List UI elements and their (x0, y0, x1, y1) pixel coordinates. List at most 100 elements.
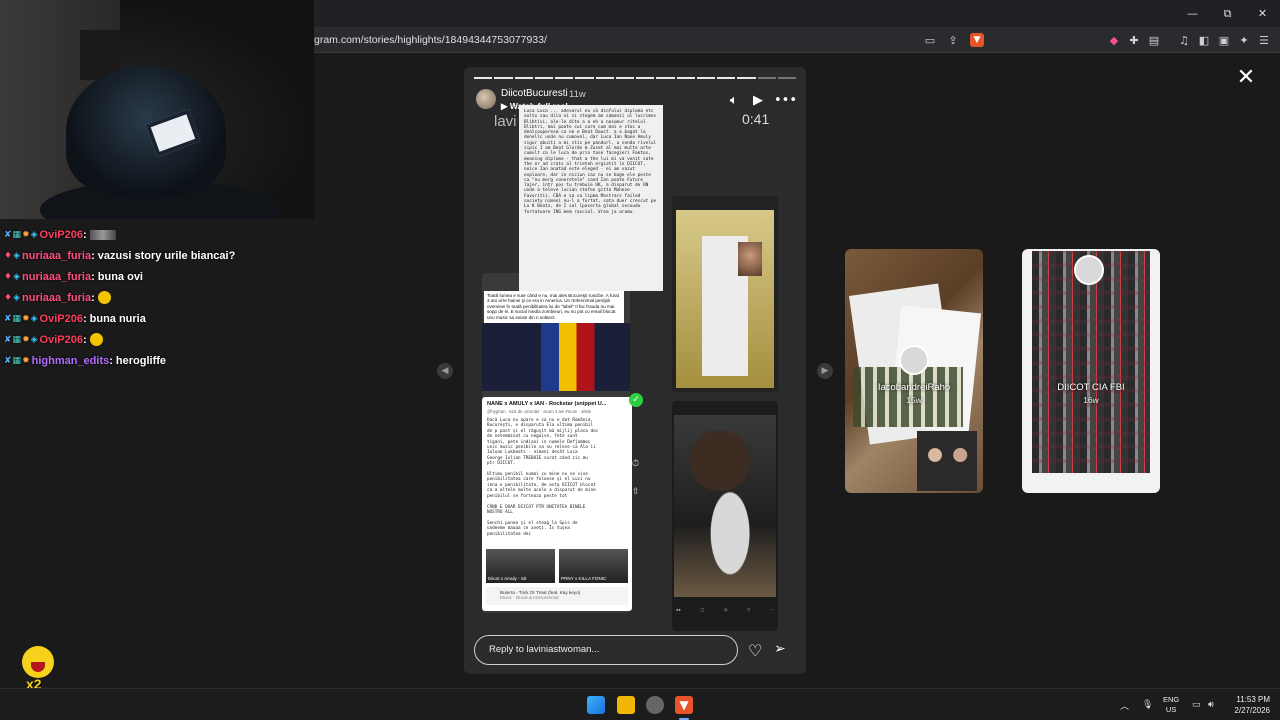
tray-chevron-icon[interactable]: ︿ (1120, 689, 1129, 720)
music-row: Bulerra - Trick Or Treat (feat. Kay keyo… (486, 587, 628, 605)
star-badge-icon: ✹ (22, 313, 30, 324)
sword-badge-icon: ✘ (4, 334, 12, 345)
progress-segment (636, 77, 655, 79)
close-window-button[interactable]: ✕ (1245, 0, 1280, 27)
chat-username[interactable]: nuriaaa_furia (22, 250, 91, 262)
story-card[interactable]: DiicotBucuresti 11w ▶ Watch full reel 🔈︎… (464, 67, 806, 674)
sidebar-toggle-icon[interactable]: ◧ (1196, 32, 1212, 48)
screen: — ⧉ ✕ gram.com/stories/highlights/184943… (0, 0, 1280, 720)
nav-dot: ▽ (747, 607, 751, 612)
avatar[interactable] (476, 89, 496, 109)
reel-icon: ▶ (501, 101, 510, 111)
chat-message: ♦ ◈ nuriaaa_furia: buna ovi (0, 266, 314, 287)
share-icon: ⇧ (632, 487, 640, 497)
network-icon[interactable]: ▭ (1192, 689, 1201, 720)
sword-badge-icon: ✘ (4, 313, 12, 324)
brave-browser-icon[interactable]: ▼ (675, 696, 693, 714)
cast-icon[interactable]: ▭ (922, 32, 938, 48)
heart-badge-icon: ♦ (4, 250, 13, 261)
chat-badges: ♦ ◈ (4, 272, 20, 282)
cube-badge-icon: ◈ (13, 292, 20, 303)
cube-badge-icon: ◈ (13, 271, 20, 282)
windows-start-icon[interactable] (587, 696, 605, 714)
window-controls: — ⧉ ✕ (1175, 0, 1280, 27)
volume-icon[interactable]: 🔈︎ (730, 93, 738, 108)
grid-badge-icon: ▦ (12, 355, 22, 366)
chat-message: ♦ ◈ nuriaaa_furia: (0, 287, 314, 308)
thumbnail-caption: Diicot x Amuly - Sit (488, 576, 527, 581)
chat-message: ✘ ▦ ✹ ◈ OviP206: (0, 224, 314, 245)
wallet-icon[interactable]: ▣ (1216, 32, 1232, 48)
more-options-icon[interactable]: ••• (774, 93, 797, 108)
url-field[interactable]: gram.com/stories/highlights/184943447530… (314, 34, 547, 46)
progress-segment (696, 77, 715, 79)
progress-segment (595, 77, 614, 79)
progress-segment (534, 77, 553, 79)
grid-badge-icon: ▦ (12, 313, 22, 324)
story-preview-card[interactable]: DIICOT CIA FBI 16w (1022, 249, 1160, 493)
next-story-icon[interactable]: ▶ (817, 363, 833, 379)
clock-date: 2/27/2026 (1234, 706, 1270, 715)
extensions-icon[interactable]: ✚ (1126, 32, 1142, 48)
file-explorer-icon[interactable] (617, 696, 635, 714)
close-stories-icon[interactable]: ✕ (1234, 67, 1258, 91)
volume-icon[interactable]: 🔊︎ (1208, 689, 1214, 720)
prev-story-icon[interactable]: ◀ (437, 363, 453, 379)
like-heart-icon[interactable]: ♡ (748, 641, 762, 660)
chat-emote (89, 229, 116, 240)
chat-username[interactable]: OviP206 (40, 334, 83, 346)
chat-badges: ✘ ▦ ✹ ◈ (4, 314, 38, 324)
chat-username[interactable]: nuriaaa_furia (22, 292, 91, 304)
sidebar-panel-icon[interactable]: ▤ (1146, 32, 1162, 48)
share-icon[interactable]: ⇪ (945, 32, 961, 48)
sheet-meta: @hyghan · 624 de vizionări · acum 4 ani … (487, 409, 592, 414)
menu-icon[interactable]: ☰ (1256, 32, 1272, 48)
grid-badge-icon: ▦ (12, 229, 22, 240)
minimize-button[interactable]: — (1175, 0, 1210, 27)
taskbar: ▼ ︿ 🎙︎ ENG US ▭ 🔊︎ 11:53 PM 2/27/2026 (0, 688, 1280, 720)
chat-emote (89, 333, 103, 346)
chat-message: ✘ ▦ ✹ ◈ OviP206: buna nuria (0, 308, 314, 329)
language-code: ENG (1163, 695, 1180, 704)
preview-username: DIICOT CIA FBI (1057, 382, 1125, 393)
chat-separator: : (91, 291, 95, 304)
play-icon[interactable]: ▶ (753, 93, 763, 108)
chat-username[interactable]: nuriaaa_furia (22, 271, 91, 283)
cube-badge-icon: ◈ (30, 229, 38, 240)
maximize-button[interactable]: ⧉ (1210, 0, 1245, 27)
progress-segment (777, 77, 796, 79)
send-icon[interactable]: ➢ (774, 641, 786, 657)
chat-message: ✘ ▦ ✹ ◈ OviP206: (0, 329, 314, 350)
media-icon[interactable]: ♫ (1176, 32, 1192, 48)
system-clock[interactable]: 11:53 PM 2/27/2026 (1218, 694, 1270, 716)
chat-username[interactable]: OviP206 (40, 313, 83, 325)
star-badge-icon: ✹ (22, 229, 30, 240)
webcam-feed (0, 0, 314, 219)
microphone-icon[interactable]: 🎙︎ (1142, 689, 1153, 720)
sword-badge-icon: ✘ (4, 355, 12, 366)
chat-badges: ♦ ◈ (4, 293, 20, 303)
brave-shield-icon[interactable]: ▼ (970, 33, 984, 47)
language-indicator[interactable]: ENG US (1163, 695, 1179, 715)
reply-input[interactable]: Reply to laviniastwoman... (474, 635, 738, 665)
chat-separator: : (82, 312, 87, 325)
progress-segment (555, 77, 574, 79)
chat-username[interactable]: highman_edits (32, 355, 110, 367)
chat-username[interactable]: OviP206 (40, 229, 83, 241)
story-username[interactable]: DiicotBucuresti (501, 88, 568, 99)
chat-separator: : (109, 354, 113, 367)
mascot-emote: x2 (20, 644, 56, 692)
story-preview-card[interactable]: IacobandreiRaho 15w (845, 249, 983, 493)
heart-badge-icon: ♦ (4, 292, 13, 303)
progress-segment (474, 77, 493, 79)
sheet-body: Dacă Luca nu apare e ca nu e dat România… (487, 418, 599, 537)
chat-text: vazusi story urile biancai? (97, 249, 236, 262)
rewards-icon[interactable]: ◆ (1106, 32, 1122, 48)
cube-badge-icon: ◈ (30, 334, 38, 345)
leo-ai-icon[interactable]: ✦ (1236, 32, 1252, 48)
video-timer: 0:41 (742, 111, 770, 127)
sheet-title: NANE x AMULY x IAN - Rockstar (snippet U… (487, 401, 607, 407)
chat-separator: : (82, 228, 87, 241)
star-badge-icon: ✹ (22, 355, 30, 366)
chrome-icon[interactable] (646, 696, 664, 714)
